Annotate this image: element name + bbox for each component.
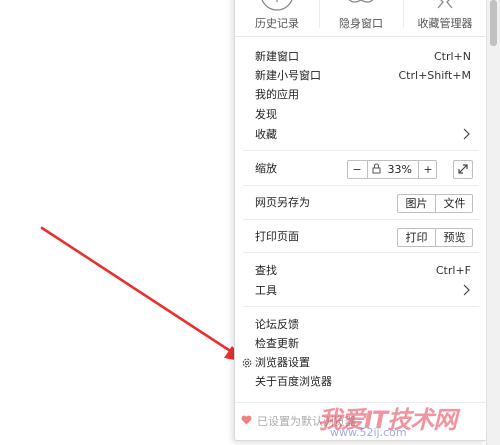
print-page-buttons: 打印 预览 bbox=[397, 228, 473, 247]
history-label: 历史记录 bbox=[255, 17, 299, 30]
separator bbox=[243, 185, 479, 186]
menu-item-new-alt-window[interactable]: 新建小号窗口 bbox=[255, 69, 321, 83]
heart-icon bbox=[241, 415, 252, 425]
chevron-right-icon bbox=[463, 128, 470, 140]
separator bbox=[243, 306, 479, 307]
menu-item-tools[interactable]: 工具 bbox=[255, 284, 277, 298]
clock-icon bbox=[261, 0, 293, 11]
shortcut-new-alt-window: Ctrl+Shift+M bbox=[398, 69, 472, 82]
separator bbox=[243, 150, 479, 151]
scrollbar-thumb[interactable] bbox=[490, 0, 497, 46]
zoom-out-button[interactable]: − bbox=[348, 161, 366, 178]
lock-icon bbox=[372, 163, 381, 174]
menu-item-new-window[interactable]: 新建窗口 bbox=[255, 50, 299, 64]
star-icon bbox=[437, 0, 453, 9]
menu-item-browser-settings[interactable]: 浏览器设置 bbox=[255, 356, 310, 370]
zoom-control: − 33% + bbox=[347, 160, 437, 179]
save-page-buttons: 图片 文件 bbox=[397, 194, 473, 213]
separator bbox=[243, 219, 479, 220]
fullscreen-icon bbox=[458, 164, 468, 174]
menu-item-discover[interactable]: 发现 bbox=[255, 108, 277, 122]
menu-item-my-apps[interactable]: 我的应用 bbox=[255, 88, 299, 102]
history-button[interactable]: 历史记录 bbox=[235, 0, 319, 36]
incognito-label: 隐身窗口 bbox=[339, 17, 383, 30]
menu-item-favorites[interactable]: 收藏 bbox=[255, 128, 277, 142]
zoom-label: 缩放 bbox=[255, 162, 277, 175]
zoom-value: 33% bbox=[367, 161, 419, 178]
print-page-label: 打印页面 bbox=[255, 230, 299, 243]
menu-item-forum-feedback[interactable]: 论坛反馈 bbox=[255, 318, 299, 332]
incognito-icon bbox=[348, 0, 374, 3]
incognito-window-button[interactable]: 隐身窗口 bbox=[319, 0, 403, 36]
gear-icon bbox=[242, 358, 252, 368]
bookmark-manager-button[interactable]: 收藏管理器 bbox=[403, 0, 487, 36]
print-button[interactable]: 打印 bbox=[398, 229, 435, 246]
menu-item-about[interactable]: 关于百度浏览器 bbox=[255, 375, 332, 389]
menu-top-bar: 历史记录 隐身窗口 收藏管理器 bbox=[235, 0, 487, 37]
menu-item-check-update[interactable]: 检查更新 bbox=[255, 337, 299, 351]
browser-menu: 历史记录 隐身窗口 收藏管理器 新建窗口 Ctrl+N 新建小号窗口 Ctrl+… bbox=[234, 0, 487, 441]
separator bbox=[243, 252, 479, 253]
watermark-url: www.52ij.com bbox=[330, 426, 407, 439]
shortcut-new-window: Ctrl+N bbox=[433, 50, 471, 63]
shortcut-find: Ctrl+F bbox=[435, 264, 471, 277]
bookmark-manager-label: 收藏管理器 bbox=[417, 17, 473, 30]
save-image-button[interactable]: 图片 bbox=[398, 195, 435, 212]
menu-item-find[interactable]: 查找 bbox=[255, 264, 277, 278]
zoom-percent: 33% bbox=[387, 163, 412, 176]
scrollbar[interactable] bbox=[486, 0, 500, 445]
fullscreen-button[interactable] bbox=[453, 160, 473, 179]
save-page-label: 网页另存为 bbox=[255, 196, 310, 209]
chevron-right-icon bbox=[463, 284, 470, 296]
zoom-in-button[interactable]: + bbox=[419, 161, 437, 178]
print-preview-button[interactable]: 预览 bbox=[436, 229, 473, 246]
save-file-button[interactable]: 文件 bbox=[436, 195, 473, 212]
